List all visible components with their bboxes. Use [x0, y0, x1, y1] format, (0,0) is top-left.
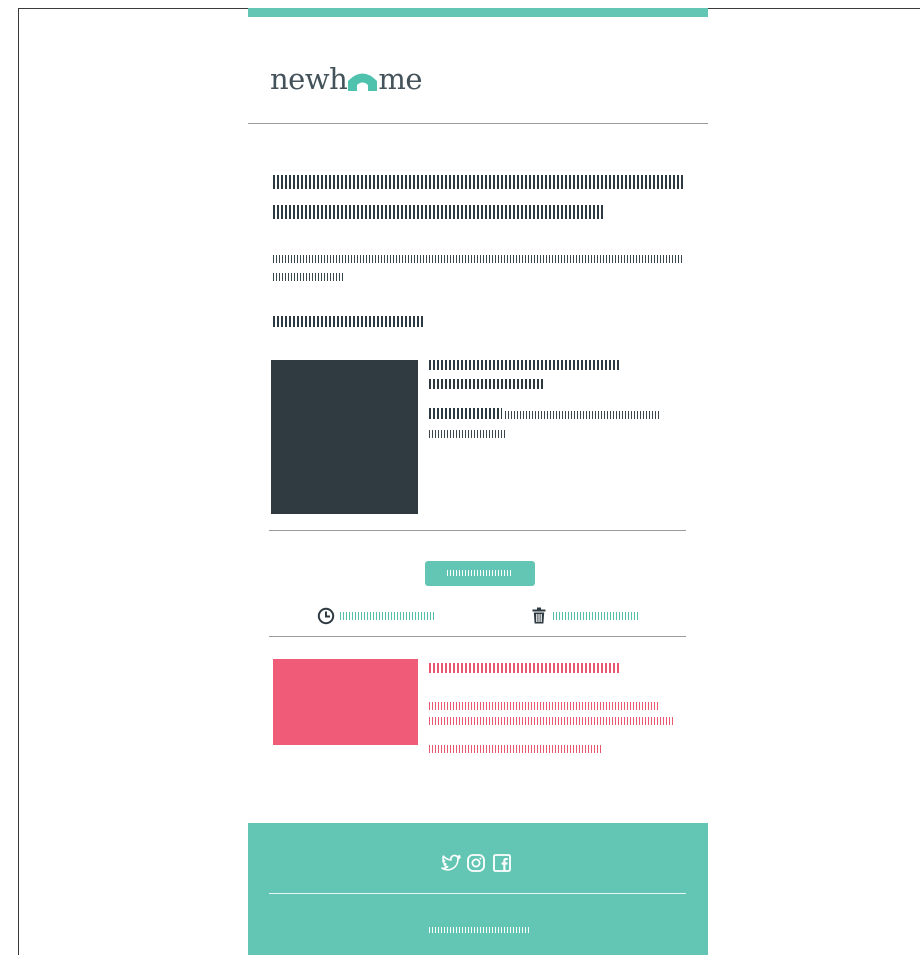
view-listing-button-label — [447, 570, 513, 576]
promo-body-line-2 — [429, 717, 673, 725]
promo-image[interactable] — [273, 659, 418, 745]
footer-divider — [269, 893, 686, 894]
footer-legal-text — [429, 927, 531, 933]
listing-title-line-1[interactable] — [429, 360, 619, 370]
listing-title-line-2[interactable] — [429, 379, 543, 389]
promo-link[interactable] — [429, 745, 603, 753]
trash-icon — [532, 607, 546, 624]
top-accent-bar — [248, 8, 708, 17]
listing-divider — [269, 530, 686, 531]
logo-text-prefix: newh — [270, 62, 348, 96]
listing-image[interactable] — [271, 360, 418, 514]
action-remove[interactable] — [532, 607, 639, 624]
listing-detail-line-1 — [505, 411, 659, 419]
action-save-for-later[interactable] — [317, 607, 436, 625]
promo-title[interactable] — [429, 663, 619, 673]
actions-divider — [269, 636, 686, 637]
instagram-icon[interactable] — [467, 854, 485, 872]
clock-icon — [317, 607, 335, 625]
section-label — [273, 316, 423, 327]
save-for-later-label — [340, 612, 436, 620]
listing-detail-line-2 — [429, 430, 507, 438]
twitter-icon[interactable] — [441, 854, 461, 872]
listing-price — [429, 408, 502, 419]
logo-text-suffix: me — [378, 62, 423, 96]
view-listing-button[interactable] — [425, 561, 535, 586]
intro-text-line-2 — [273, 273, 343, 281]
header-divider — [248, 123, 708, 124]
headline-line-2 — [273, 205, 603, 219]
email-body: newh me — [248, 8, 708, 955]
email-footer — [248, 823, 708, 955]
house-icon — [348, 73, 378, 91]
window-edge-left — [18, 8, 19, 955]
remove-label — [553, 611, 639, 620]
promo-body-line-1 — [429, 702, 659, 710]
newhome-logo[interactable]: newh me — [270, 58, 423, 96]
intro-text-line-1 — [273, 255, 683, 263]
facebook-icon[interactable] — [493, 854, 511, 872]
headline-line-1 — [273, 175, 683, 189]
